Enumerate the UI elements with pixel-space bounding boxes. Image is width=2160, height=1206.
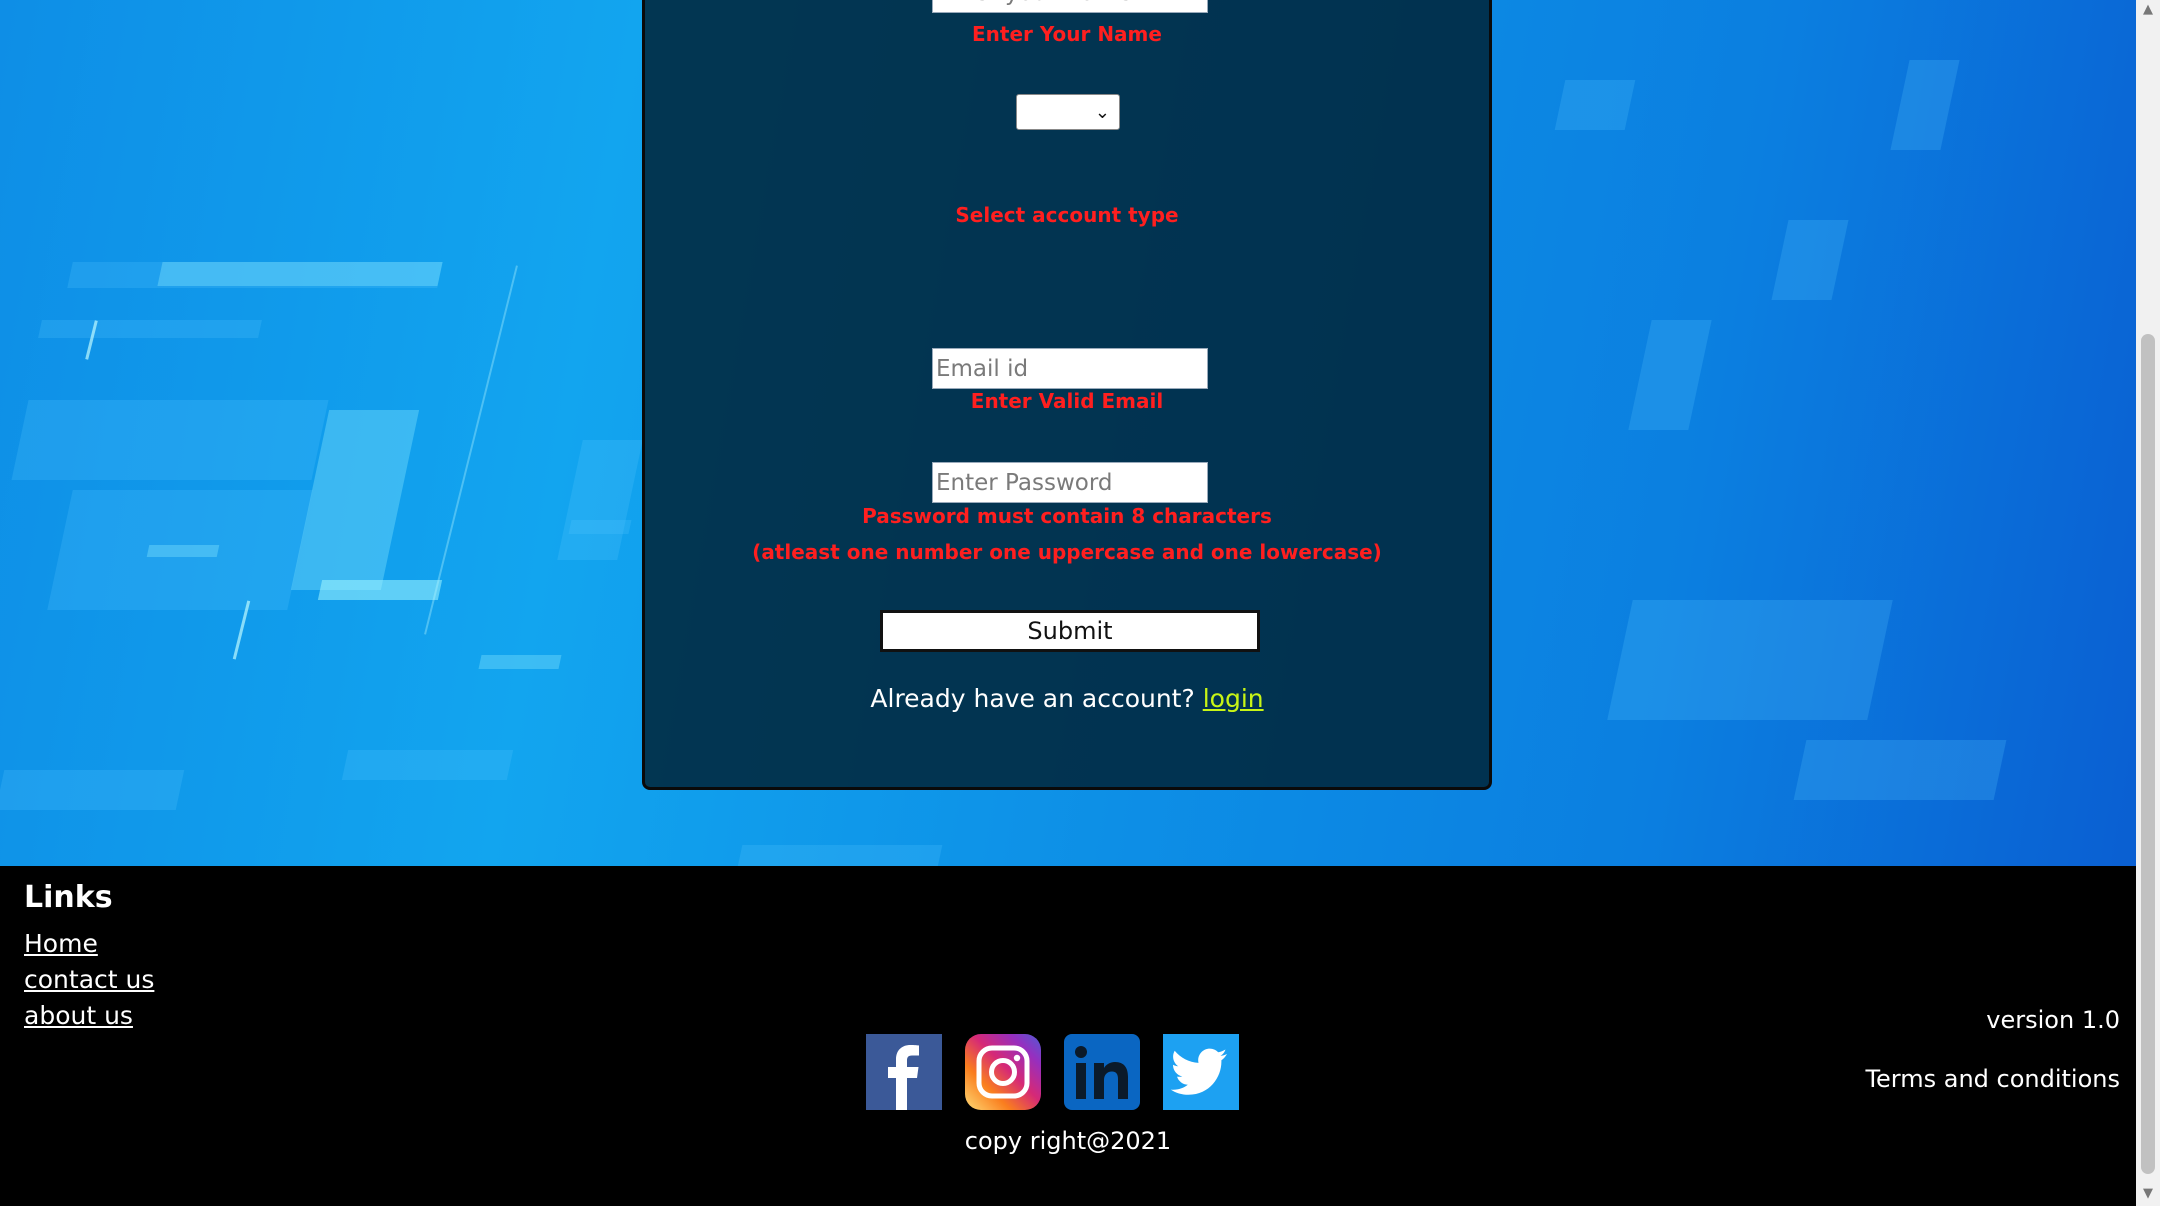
login-prompt-text: Already have an account? <box>870 684 1195 713</box>
submit-button[interactable]: Submit <box>880 610 1260 652</box>
version-text: version 1.0 <box>1986 1006 2120 1034</box>
scroll-up-arrow-icon[interactable]: ▲ <box>2136 2 2160 17</box>
signup-card: Enter Your Name ⌄ Select account type En… <box>642 0 1492 790</box>
account-type-select[interactable]: ⌄ <box>1016 94 1120 130</box>
scroll-thumb[interactable] <box>2141 334 2155 1174</box>
email-input[interactable] <box>932 348 1208 389</box>
footer: Links Home contact us about us copy righ… <box>0 866 2136 1206</box>
linkedin-icon[interactable] <box>1064 1034 1140 1110</box>
account-type-error-text: Select account type <box>955 203 1179 227</box>
page-scrollbar[interactable]: ▲ ▼ <box>2136 0 2160 1206</box>
signup-page: Enter Your Name ⌄ Select account type En… <box>0 0 2160 1206</box>
login-prompt-row: Already have an account? login <box>645 684 1489 713</box>
twitter-icon[interactable] <box>1163 1034 1239 1110</box>
email-error-text: Enter Valid Email <box>970 389 1164 413</box>
facebook-icon[interactable] <box>866 1034 942 1110</box>
password-error-text-2: (atleast one number one uppercase and on… <box>752 540 1382 564</box>
copyright-text: copy right@2021 <box>964 1127 1172 1155</box>
name-input[interactable] <box>932 0 1208 13</box>
footer-link-home[interactable]: Home <box>24 929 98 958</box>
terms-link[interactable]: Terms and conditions <box>1865 1065 2120 1093</box>
chevron-down-icon: ⌄ <box>1094 102 1110 123</box>
footer-link-contact-us[interactable]: contact us <box>24 965 154 994</box>
login-link[interactable]: login <box>1203 684 1264 713</box>
name-error-text: Enter Your Name <box>972 22 1162 46</box>
instagram-icon[interactable] <box>965 1034 1041 1110</box>
password-error-text-1: Password must contain 8 characters <box>862 504 1272 528</box>
footer-links-title: Links <box>24 880 113 915</box>
password-input[interactable] <box>932 462 1208 503</box>
scroll-down-arrow-icon[interactable]: ▼ <box>2136 1186 2160 1201</box>
footer-link-about-us[interactable]: about us <box>24 1001 133 1030</box>
